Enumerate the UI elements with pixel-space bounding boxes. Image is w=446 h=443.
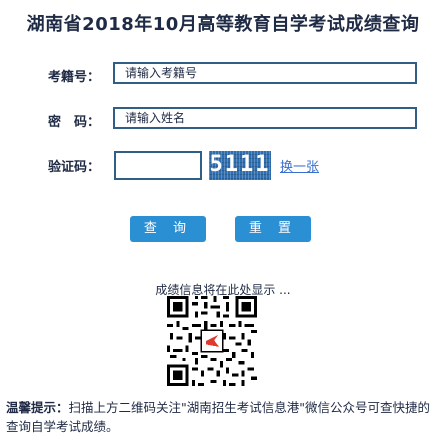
- notice-text: 扫描上方二维码关注"湖南招生考试信息港"微信公众号可查快捷的查询自学考试成绩。: [6, 400, 431, 434]
- exam-number-input[interactable]: [113, 62, 417, 84]
- qr-code-icon: [167, 296, 257, 386]
- name-label: 密 码：: [48, 115, 101, 130]
- captcha-label: 验证码：: [48, 160, 101, 175]
- page-title: 湖南省2018年10月高等教育自学考试成绩查询: [26, 14, 420, 35]
- name-input[interactable]: [113, 107, 417, 129]
- exam-number-label: 考籍号：: [48, 70, 101, 85]
- captcha-input[interactable]: [114, 151, 202, 180]
- notice: 温馨提示：扫描上方二维码关注"湖南招生考试信息港"微信公众号可查快捷的查询自学考…: [6, 398, 442, 436]
- notice-label: 温馨提示：: [6, 400, 69, 415]
- reset-button[interactable]: 重 置: [235, 216, 311, 242]
- refresh-captcha-link[interactable]: 换一张: [280, 156, 319, 175]
- captcha-code: 5111: [209, 152, 271, 177]
- query-button[interactable]: 查 询: [130, 216, 206, 242]
- captcha-image[interactable]: 5111: [209, 151, 271, 180]
